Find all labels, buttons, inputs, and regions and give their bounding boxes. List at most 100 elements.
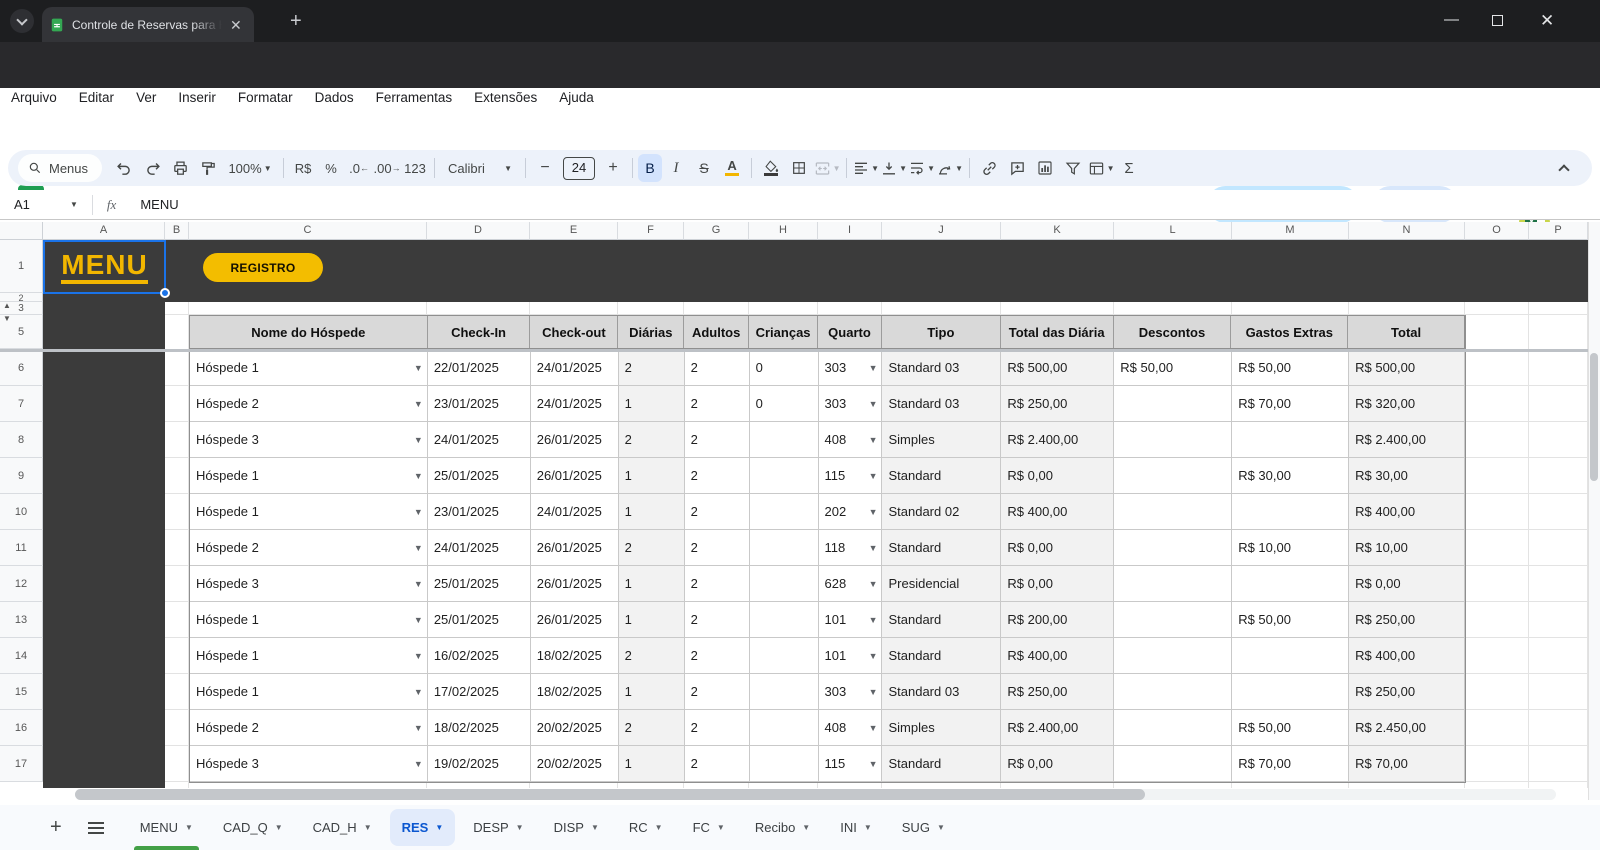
cell-dropdown-icon[interactable]: ▼ bbox=[869, 723, 878, 733]
text-color-button[interactable]: A bbox=[718, 154, 746, 182]
cell[interactable]: R$ 10,00 bbox=[1349, 530, 1466, 566]
column-header-N[interactable]: N bbox=[1349, 222, 1465, 240]
column-header-H[interactable]: H bbox=[749, 222, 818, 240]
cell[interactable]: R$ 30,00 bbox=[1232, 458, 1350, 494]
cell[interactable]: R$ 10,00 bbox=[1232, 530, 1350, 566]
toolbar-search[interactable]: Menus bbox=[18, 154, 103, 182]
cell[interactable]: 2 bbox=[684, 422, 750, 458]
cell[interactable]: 16/02/2025 bbox=[427, 638, 531, 674]
cell[interactable] bbox=[1114, 494, 1233, 530]
cell[interactable]: R$ 50,00 bbox=[1232, 350, 1350, 386]
cell-dropdown-icon[interactable]: ▼ bbox=[414, 435, 423, 445]
cell[interactable]: Hóspede 3 ▼ bbox=[190, 746, 428, 782]
cell[interactable]: Hóspede 1 ▼ bbox=[190, 494, 428, 530]
cell-dropdown-icon[interactable]: ▼ bbox=[414, 651, 423, 661]
cell[interactable] bbox=[1114, 710, 1233, 746]
create-filter-button[interactable] bbox=[1059, 154, 1087, 182]
sheet-tab-recibo[interactable]: Recibo ▼ bbox=[743, 805, 822, 850]
menu-dados[interactable]: Dados bbox=[304, 88, 365, 107]
cell[interactable] bbox=[749, 602, 819, 638]
borders-button[interactable] bbox=[785, 154, 813, 182]
cell[interactable] bbox=[749, 458, 819, 494]
column-header-P[interactable]: P bbox=[1529, 222, 1588, 240]
table-column-header[interactable]: Tipo bbox=[881, 316, 1001, 348]
cell[interactable]: 303 ▼ bbox=[818, 674, 883, 710]
cell[interactable] bbox=[749, 530, 819, 566]
cell[interactable]: 25/01/2025 bbox=[427, 602, 531, 638]
horizontal-scrollbar-thumb[interactable] bbox=[75, 789, 1145, 800]
selected-cell-a1[interactable]: MENU bbox=[43, 240, 166, 294]
cell[interactable] bbox=[1114, 638, 1233, 674]
cell[interactable]: 23/01/2025 bbox=[427, 386, 531, 422]
horizontal-align-button[interactable]: ▼ bbox=[852, 154, 880, 182]
cell-dropdown-icon[interactable]: ▼ bbox=[869, 543, 878, 553]
menu-editar[interactable]: Editar bbox=[68, 88, 125, 107]
cell[interactable] bbox=[1232, 566, 1350, 602]
merge-cells-button[interactable]: ▼ bbox=[813, 154, 841, 182]
cell[interactable]: 18/02/2025 bbox=[427, 710, 531, 746]
sheet-tab-disp[interactable]: DISP ▼ bbox=[542, 805, 611, 850]
cell-dropdown-icon[interactable]: ▼ bbox=[869, 471, 878, 481]
cell[interactable]: 26/01/2025 bbox=[530, 566, 619, 602]
sheet-tab-res[interactable]: RES ▼ bbox=[389, 809, 456, 846]
cell[interactable]: R$ 50,00 bbox=[1114, 350, 1233, 386]
cell[interactable]: 0 bbox=[749, 350, 819, 386]
cell[interactable]: Hóspede 3 ▼ bbox=[190, 422, 428, 458]
cell[interactable]: 2 bbox=[618, 350, 685, 386]
cell[interactable]: 1 bbox=[618, 494, 685, 530]
cell-dropdown-icon[interactable]: ▼ bbox=[869, 399, 878, 409]
sheet-tab-ini[interactable]: INI ▼ bbox=[828, 805, 884, 850]
cell[interactable]: Hóspede 2 ▼ bbox=[190, 710, 428, 746]
cell[interactable]: 1 bbox=[618, 746, 685, 782]
cell-dropdown-icon[interactable]: ▼ bbox=[414, 507, 423, 517]
cell[interactable] bbox=[749, 638, 819, 674]
cell[interactable]: 20/02/2025 bbox=[530, 746, 619, 782]
cell[interactable]: Hóspede 2 ▼ bbox=[190, 386, 428, 422]
cell-dropdown-icon[interactable]: ▼ bbox=[869, 507, 878, 517]
cell[interactable]: 26/01/2025 bbox=[530, 602, 619, 638]
cell[interactable]: Simples bbox=[882, 422, 1002, 458]
row-header-8[interactable]: 8 bbox=[0, 422, 43, 458]
format-currency-button[interactable]: R$ bbox=[289, 154, 317, 182]
cell[interactable]: 26/01/2025 bbox=[530, 458, 619, 494]
redo-button[interactable] bbox=[138, 154, 166, 182]
table-column-header[interactable]: Check-out bbox=[530, 316, 619, 348]
cell[interactable]: 2 bbox=[684, 350, 750, 386]
sheet-tab-cad_q[interactable]: CAD_Q ▼ bbox=[211, 805, 295, 850]
cell[interactable]: R$ 0,00 bbox=[1349, 566, 1466, 602]
row-group-expand-up-icon[interactable]: ▲ bbox=[1, 300, 13, 312]
row-header-1[interactable]: 1 bbox=[0, 240, 43, 293]
strikethrough-button[interactable]: S bbox=[690, 154, 718, 182]
name-box-dropdown-icon[interactable]: ▼ bbox=[70, 200, 78, 209]
cell-dropdown-icon[interactable]: ▼ bbox=[414, 471, 423, 481]
cell[interactable]: Hóspede 1 ▼ bbox=[190, 458, 428, 494]
insert-chart-button[interactable] bbox=[1031, 154, 1059, 182]
cell[interactable]: Hóspede 3 ▼ bbox=[190, 566, 428, 602]
cell[interactable]: 25/01/2025 bbox=[427, 458, 531, 494]
cell[interactable]: 26/01/2025 bbox=[530, 530, 619, 566]
menu-ajuda[interactable]: Ajuda bbox=[548, 88, 605, 107]
sheet-tab-cad_h[interactable]: CAD_H ▼ bbox=[301, 805, 384, 850]
table-column-header[interactable]: Check-In bbox=[427, 316, 531, 348]
cell[interactable]: R$ 250,00 bbox=[1349, 602, 1466, 638]
cell[interactable]: 2 bbox=[684, 566, 750, 602]
cell[interactable]: 2 bbox=[684, 674, 750, 710]
window-minimize-button[interactable]: — bbox=[1444, 11, 1459, 28]
zoom-select[interactable]: 100% ▼ bbox=[222, 154, 278, 182]
cell-dropdown-icon[interactable]: ▼ bbox=[869, 687, 878, 697]
sheet-tab-dropdown-icon[interactable]: ▼ bbox=[185, 823, 193, 832]
cell[interactable]: 2 bbox=[684, 458, 750, 494]
cell[interactable] bbox=[1114, 602, 1233, 638]
frozen-rows-divider[interactable] bbox=[0, 349, 1588, 352]
cell-dropdown-icon[interactable]: ▼ bbox=[414, 723, 423, 733]
column-header-F[interactable]: F bbox=[618, 222, 684, 240]
browser-tab[interactable]: Controle de Reservas para Hoté ✕ bbox=[42, 7, 254, 42]
cell-dropdown-icon[interactable]: ▼ bbox=[414, 759, 423, 769]
cell[interactable]: R$ 400,00 bbox=[1001, 494, 1115, 530]
cell[interactable] bbox=[1232, 674, 1350, 710]
cell[interactable]: 24/01/2025 bbox=[427, 422, 531, 458]
menu-extensões[interactable]: Extensões bbox=[463, 88, 548, 107]
cell[interactable]: 101 ▼ bbox=[818, 638, 883, 674]
cell[interactable]: R$ 400,00 bbox=[1349, 638, 1466, 674]
row-header-16[interactable]: 16 bbox=[0, 710, 43, 746]
